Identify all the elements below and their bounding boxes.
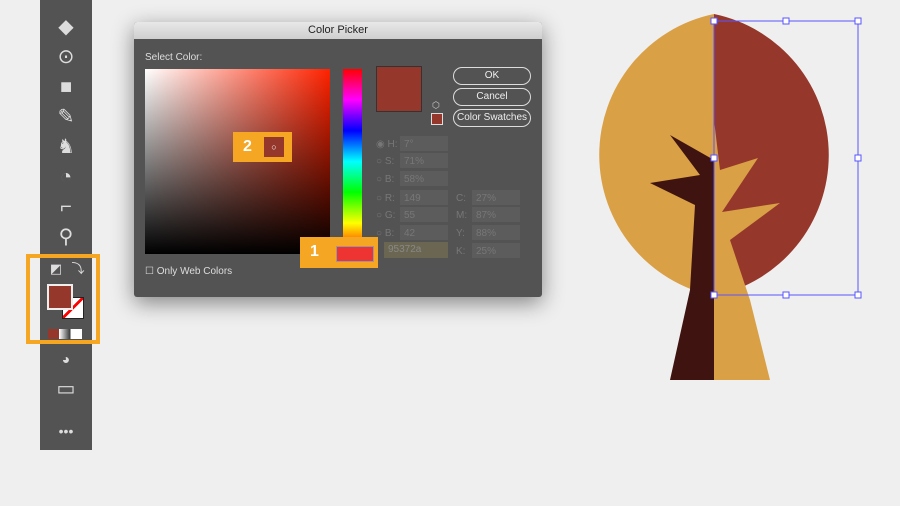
tree-artwork: [599, 14, 862, 380]
